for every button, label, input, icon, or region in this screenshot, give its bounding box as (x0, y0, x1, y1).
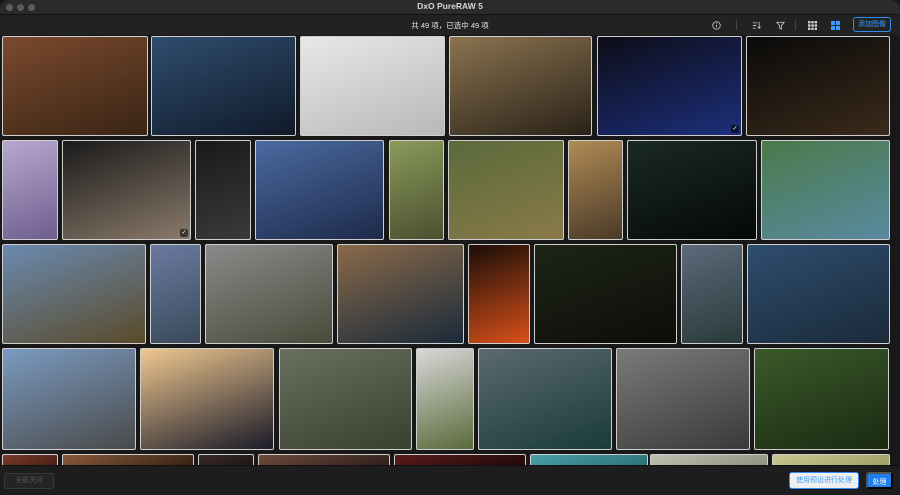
info-icon[interactable] (709, 18, 723, 32)
photo-thumbnail-valley-aerial[interactable] (205, 244, 333, 344)
window-title: DxO PureRAW 5 (417, 1, 483, 11)
photo-thumbnail-partial-5[interactable] (394, 454, 526, 465)
photo-thumbnail-mountain-peak[interactable] (2, 244, 146, 344)
toolbar-separator (795, 20, 796, 30)
mosaic-view-icon[interactable] (828, 18, 842, 32)
photo-thumbnail-eiffel-sunset[interactable] (140, 348, 274, 450)
photo-thumbnail-woman-portrait-2[interactable] (747, 244, 890, 344)
process-with-preset-button[interactable]: 使用预设进行处理 (789, 472, 859, 489)
photo-thumbnail-partial-1[interactable] (2, 454, 58, 465)
photo-thumbnail-partial-7[interactable] (650, 454, 768, 465)
photo-thumbnail-dark-forest[interactable] (534, 244, 677, 344)
photo-thumbnail-ocean-wave[interactable] (478, 348, 612, 450)
photo-thumbnail-lake-aerial[interactable] (761, 140, 890, 240)
add-images-button[interactable]: 添加图像 (853, 17, 891, 32)
photo-thumbnail-iceberg-dusk[interactable] (337, 244, 464, 344)
grid-view-icon[interactable] (805, 18, 819, 32)
photo-thumbnail-volcano[interactable] (468, 244, 530, 344)
app-window: DxO PureRAW 5 共 49 项，已选中 49 项 添加图像 ✓ ✓ 全部… (0, 0, 900, 495)
close-all-button[interactable]: 全部关闭 (4, 473, 54, 489)
photo-thumbnail-tower-blue[interactable] (255, 140, 384, 240)
photo-thumbnail-partial-4[interactable] (258, 454, 390, 465)
filter-icon[interactable] (773, 18, 787, 32)
photo-thumbnail-toucan-branch[interactable] (279, 348, 412, 450)
selected-check-icon: ✓ (731, 125, 739, 133)
selection-count: 共 49 项，已选中 49 项 (411, 21, 489, 30)
photo-thumbnail-leopard[interactable] (2, 36, 148, 136)
photo-thumbnail-dancer-dark[interactable] (195, 140, 251, 240)
photo-thumbnail-library-atrium[interactable] (300, 36, 445, 136)
photo-thumbnail-monkey[interactable] (389, 140, 444, 240)
process-button[interactable]: 处理 (866, 472, 893, 489)
photo-thumbnail-dancers-blue[interactable]: ✓ (597, 36, 742, 136)
photo-thumbnail-partial-3[interactable] (198, 454, 254, 465)
footer-bar: 全部关闭 使用预设进行处理 处理 (0, 465, 900, 495)
toolbar-separator (736, 20, 737, 30)
photo-thumbnail-lighthouse[interactable] (150, 244, 201, 344)
photo-thumbnail-opera-hall[interactable] (449, 36, 592, 136)
photo-thumbnail-aurora-night[interactable] (627, 140, 757, 240)
photo-thumbnail-partial-6[interactable] (530, 454, 648, 465)
photo-thumbnail-tamarin-monkey[interactable] (754, 348, 889, 450)
photo-thumbnail-courtyard-sky[interactable] (2, 348, 136, 450)
selected-check-icon: ✓ (180, 229, 188, 237)
photo-thumbnail-partial-8[interactable] (772, 454, 890, 465)
photo-thumbnail-girl-umbrella[interactable] (416, 348, 474, 450)
photo-thumbnail-cathedral-nave[interactable] (568, 140, 623, 240)
photo-thumbnail-leopards-grass[interactable] (448, 140, 564, 240)
photo-thumbnail-dance-group-bw[interactable]: ✓ (62, 140, 191, 240)
image-grid: ✓ ✓ (0, 35, 900, 465)
title-bar: DxO PureRAW 5 (0, 0, 900, 15)
photo-thumbnail-cathedral-interior[interactable] (616, 348, 750, 450)
photo-thumbnail-waterfall-mountains[interactable] (681, 244, 743, 344)
toolbar: 共 49 项，已选中 49 项 (0, 15, 900, 35)
photo-thumbnail-partial-2[interactable] (62, 454, 194, 465)
photo-thumbnail-dancers-purple[interactable] (2, 140, 58, 240)
photo-thumbnail-woman-portrait[interactable] (151, 36, 296, 136)
sort-icon[interactable] (749, 18, 763, 32)
photo-thumbnail-dance-troupe[interactable] (746, 36, 890, 136)
